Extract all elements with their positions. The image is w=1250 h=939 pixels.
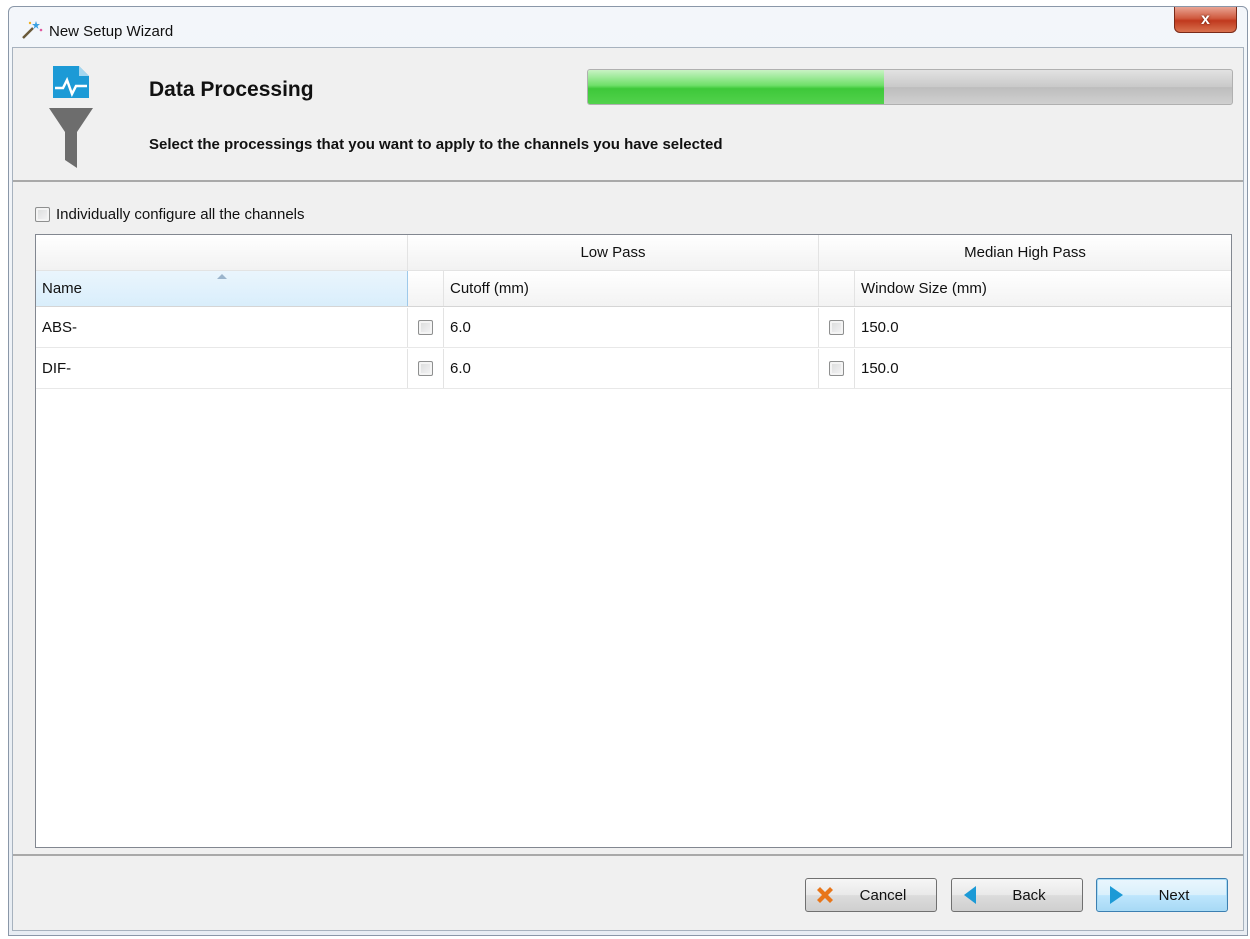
low-pass-enable-cell[interactable] bbox=[408, 349, 444, 388]
channel-name-cell[interactable]: ABS- bbox=[36, 308, 408, 347]
wizard-progress-bar bbox=[587, 69, 1233, 105]
column-header-window-size-label: Window Size (mm) bbox=[861, 280, 987, 297]
channel-processing-grid: Low Pass Median High Pass Name Cutoff (m… bbox=[35, 234, 1232, 848]
back-label: Back bbox=[1012, 886, 1046, 904]
window-size-cell[interactable]: 150.0 bbox=[855, 308, 1230, 347]
page-title: Data Processing bbox=[149, 78, 314, 101]
column-header-low-pass-enable[interactable] bbox=[408, 271, 444, 306]
column-header-name-label: Name bbox=[42, 280, 83, 297]
page-subtitle: Select the processings that you want to … bbox=[149, 136, 723, 153]
median-high-pass-label: Median High Pass bbox=[964, 244, 1086, 261]
cutoff-cell[interactable]: 6.0 bbox=[444, 349, 819, 388]
next-button[interactable]: Next bbox=[1096, 878, 1228, 912]
cutoff-cell[interactable]: 6.0 bbox=[444, 308, 819, 347]
low-pass-enable-cell[interactable] bbox=[408, 308, 444, 347]
column-header-median-enable[interactable] bbox=[819, 271, 855, 306]
wizard-footer: Cancel Back Next bbox=[13, 854, 1243, 930]
sort-ascending-icon bbox=[216, 274, 227, 279]
channel-name-cell[interactable]: DIF- bbox=[36, 349, 408, 388]
median-enable-checkbox[interactable] bbox=[829, 361, 844, 376]
magic-wand-icon bbox=[22, 21, 43, 39]
group-header-low-pass: Low Pass bbox=[408, 235, 819, 270]
group-header-median-high-pass: Median High Pass bbox=[819, 235, 1231, 270]
individually-configure-checkbox[interactable] bbox=[35, 207, 50, 222]
column-header-row: Name Cutoff (mm) Window Size (mm) bbox=[36, 271, 1231, 307]
close-button[interactable]: x bbox=[1174, 7, 1237, 33]
group-header-row: Low Pass Median High Pass bbox=[36, 235, 1231, 271]
progress-fill bbox=[588, 70, 885, 104]
wizard-window: New Setup Wizard x Data Processing Selec… bbox=[8, 6, 1248, 936]
median-enable-checkbox[interactable] bbox=[829, 320, 844, 335]
triangle-left-icon bbox=[964, 886, 976, 904]
title-bar: New Setup Wizard x bbox=[9, 7, 1247, 47]
low-pass-label: Low Pass bbox=[580, 244, 646, 261]
triangle-right-icon bbox=[1110, 886, 1123, 904]
column-header-cutoff-label: Cutoff (mm) bbox=[450, 280, 529, 297]
individually-configure-option[interactable]: Individually configure all the channels bbox=[35, 206, 305, 223]
window-title: New Setup Wizard bbox=[49, 23, 174, 40]
table-row[interactable]: DIF- 6.0 150.0 bbox=[36, 349, 1231, 389]
median-enable-cell[interactable] bbox=[819, 308, 855, 347]
window-size-cell[interactable]: 150.0 bbox=[855, 349, 1230, 388]
table-row[interactable]: ABS- 6.0 150.0 bbox=[36, 308, 1231, 348]
individually-configure-label: Individually configure all the channels bbox=[56, 206, 305, 223]
group-header-empty bbox=[36, 235, 408, 270]
close-icon: x bbox=[1201, 10, 1210, 28]
column-header-cutoff[interactable]: Cutoff (mm) bbox=[444, 271, 819, 306]
median-enable-cell[interactable] bbox=[819, 349, 855, 388]
column-header-name[interactable]: Name bbox=[36, 271, 408, 306]
column-header-window-size[interactable]: Window Size (mm) bbox=[855, 271, 1230, 306]
data-filter-icon bbox=[49, 66, 93, 168]
low-pass-enable-checkbox[interactable] bbox=[418, 320, 433, 335]
wizard-client-area: Data Processing Select the processings t… bbox=[12, 47, 1244, 931]
cancel-label: Cancel bbox=[859, 886, 907, 904]
next-label: Next bbox=[1158, 886, 1190, 904]
low-pass-enable-checkbox[interactable] bbox=[418, 361, 433, 376]
cancel-button[interactable]: Cancel bbox=[805, 878, 937, 912]
x-icon bbox=[817, 887, 833, 903]
back-button[interactable]: Back bbox=[951, 878, 1083, 912]
wizard-header: Data Processing Select the processings t… bbox=[13, 48, 1243, 182]
